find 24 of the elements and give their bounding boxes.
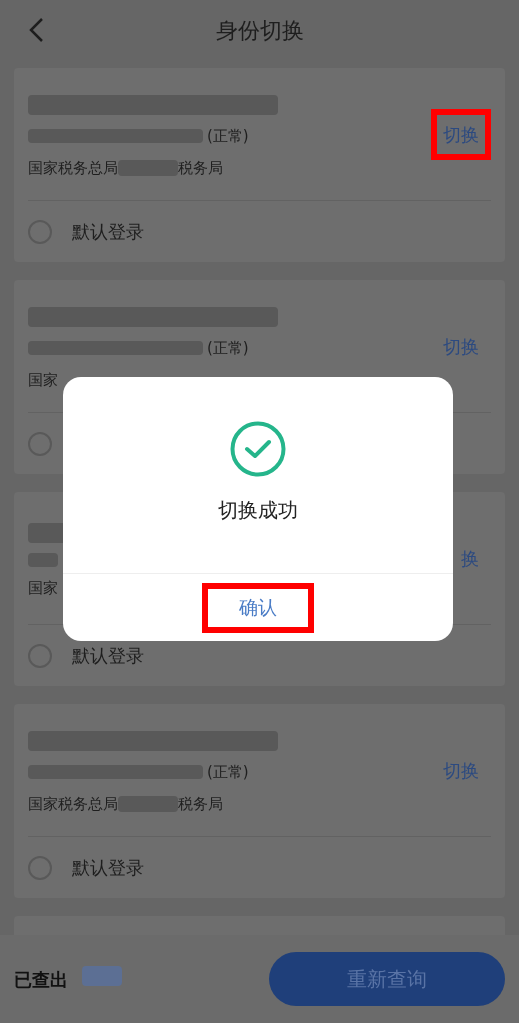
tax-office-text: 税务局: [178, 794, 223, 815]
switch-link[interactable]: 切换: [431, 332, 491, 360]
tax-office-text: 国家税务总局: [28, 794, 118, 815]
status-text: (正常): [207, 337, 249, 359]
dialog-message: 切换成功: [218, 497, 298, 524]
tax-office-text: 国家: [28, 577, 58, 599]
tax-office-text: 税务局: [178, 158, 223, 179]
confirm-button[interactable]: 确认: [208, 588, 308, 627]
tax-office-text: 国家: [28, 370, 58, 391]
switch-link[interactable]: 换: [449, 544, 491, 572]
switch-link[interactable]: 切换: [437, 114, 485, 154]
back-icon[interactable]: [28, 17, 44, 43]
default-login-label: 默认登录: [72, 644, 144, 668]
requery-button[interactable]: 重新查询: [269, 952, 505, 1006]
switch-link[interactable]: 切换: [431, 756, 491, 784]
found-label: 已查出: [14, 967, 68, 992]
status-text: (正常): [207, 125, 249, 147]
page-title: 身份切换: [215, 16, 304, 45]
tax-office-text: 国家税务总局: [28, 158, 118, 179]
default-login-label: 默认登录: [72, 856, 144, 880]
status-text: (正常): [207, 761, 249, 783]
redacted-text: [82, 965, 122, 986]
check-circle-icon: [230, 421, 286, 477]
default-login-label: 默认登录: [72, 220, 144, 244]
